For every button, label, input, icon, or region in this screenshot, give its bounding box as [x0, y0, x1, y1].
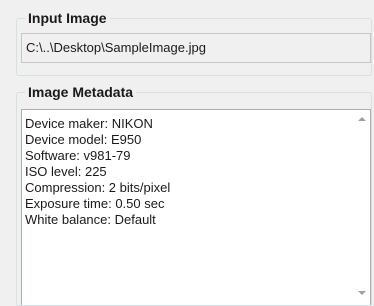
- chevron-down-icon: [357, 291, 366, 295]
- metadata-textbox[interactable]: Device maker: NIKON Device model: E950 S…: [21, 109, 371, 305]
- scroll-down-button[interactable]: [353, 285, 370, 301]
- metadata-line-exposure: Exposure time: 0.50 sec: [25, 196, 165, 211]
- input-image-title: Input Image: [25, 10, 110, 26]
- metadata-line-iso: ISO level: 225: [25, 164, 107, 179]
- metadata-line-device-model: Device model: E950: [25, 132, 142, 147]
- input-image-group: Input Image C:\..\Desktop\SampleImage.jp…: [16, 10, 372, 76]
- metadata-line-software: Software: v981-79: [25, 148, 131, 163]
- chevron-up-icon: [357, 117, 366, 121]
- image-metadata-group: Image Metadata Device maker: NIKON Devic…: [16, 84, 372, 306]
- metadata-line-compression: Compression: 2 bits/pixel: [25, 180, 171, 195]
- metadata-list: Device maker: NIKON Device model: E950 S…: [25, 116, 170, 228]
- vertical-scrollbar[interactable]: [353, 110, 370, 305]
- image-metadata-title: Image Metadata: [25, 84, 137, 100]
- scroll-up-button[interactable]: [353, 111, 370, 127]
- image-path-field[interactable]: C:\..\Desktop\SampleImage.jpg: [21, 33, 371, 63]
- metadata-line-device-maker: Device maker: NIKON: [25, 116, 153, 131]
- metadata-line-white-balance: White balance: Default: [25, 212, 156, 227]
